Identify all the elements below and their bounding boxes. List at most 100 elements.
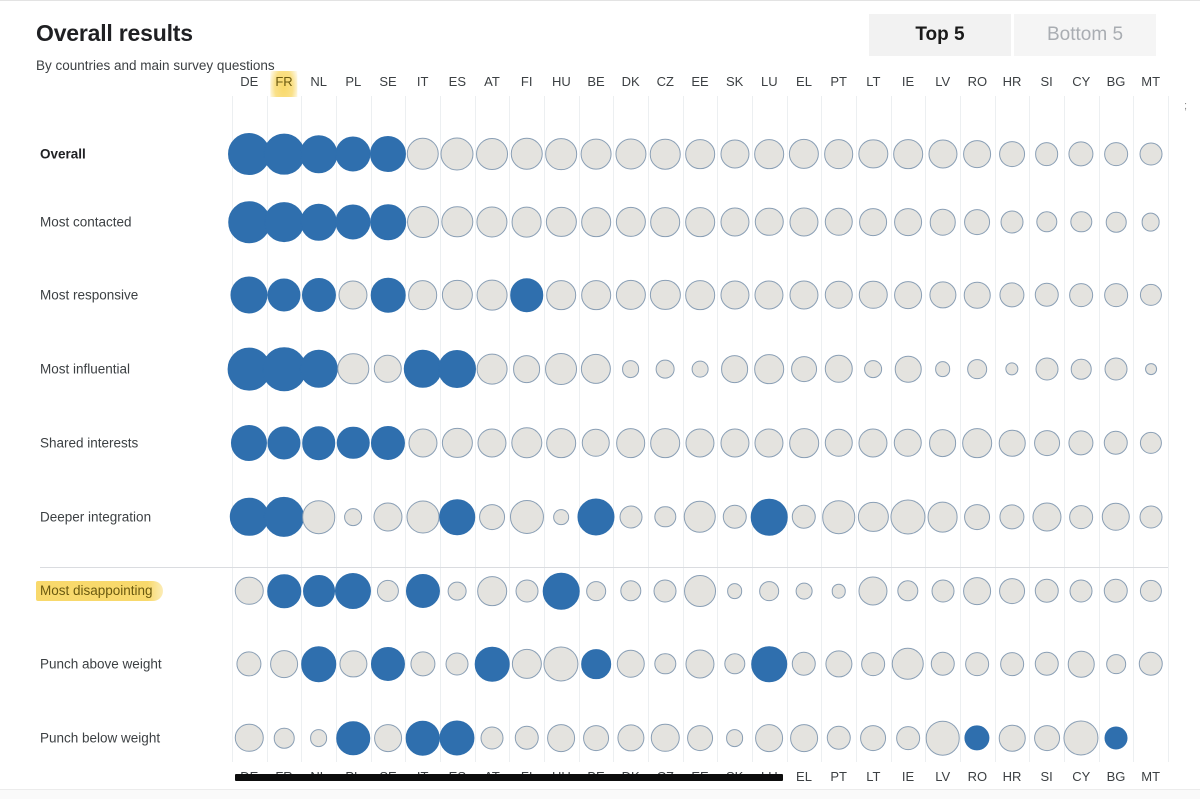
bubble-most-disappointing-lu[interactable]	[759, 581, 780, 601]
bubble-shared-interests-cz[interactable]	[650, 428, 681, 458]
bubble-most-influential-pl[interactable]	[337, 353, 370, 385]
bubble-most-disappointing-si[interactable]	[1034, 578, 1059, 604]
column-header-sk[interactable]: SK	[726, 74, 743, 89]
bubble-most-responsive-se[interactable]	[370, 277, 406, 313]
bubble-most-responsive-pt[interactable]	[824, 280, 853, 310]
bubble-shared-interests-lu[interactable]	[754, 428, 784, 458]
bubble-punch-above-weight-de[interactable]	[236, 651, 262, 677]
bubble-most-responsive-ie[interactable]	[894, 281, 922, 309]
bubble-most-disappointing-hr[interactable]	[999, 578, 1025, 604]
bubble-most-contacted-fi[interactable]	[511, 206, 543, 238]
bubble-punch-below-weight-lu[interactable]	[755, 724, 784, 752]
column-header-ro[interactable]: RO	[968, 74, 988, 89]
bubble-deeper-integration-dk[interactable]	[619, 505, 643, 529]
bubble-overall-it[interactable]	[406, 137, 439, 171]
column-header-be[interactable]: BE	[587, 74, 604, 89]
bubble-most-contacted-nl[interactable]	[300, 203, 337, 241]
bubble-most-disappointing-ie[interactable]	[897, 580, 919, 602]
bubble-deeper-integration-be[interactable]	[577, 498, 615, 536]
bubble-shared-interests-at[interactable]	[477, 428, 507, 458]
bubble-most-influential-ee[interactable]	[691, 360, 709, 378]
bubble-most-responsive-ro[interactable]	[964, 281, 991, 309]
bubble-most-disappointing-hu[interactable]	[543, 572, 580, 610]
bubble-most-contacted-pt[interactable]	[824, 207, 853, 237]
bubble-most-contacted-ro[interactable]	[964, 209, 991, 235]
bubble-shared-interests-nl[interactable]	[301, 426, 336, 460]
bubble-overall-cz[interactable]	[650, 138, 681, 170]
bubble-overall-nl[interactable]	[299, 135, 338, 173]
bubble-deeper-integration-fr[interactable]	[263, 496, 305, 538]
bubble-most-responsive-cy[interactable]	[1069, 283, 1094, 307]
bubble-punch-above-weight-ro[interactable]	[965, 652, 990, 676]
bubble-punch-below-weight-fi[interactable]	[514, 725, 539, 751]
bubble-punch-above-weight-bg[interactable]	[1106, 654, 1126, 674]
column-header-fi[interactable]: FI	[521, 74, 533, 89]
bubble-deeper-integration-lv[interactable]	[927, 501, 959, 533]
bubble-most-influential-it[interactable]	[403, 349, 442, 389]
bubble-shared-interests-si[interactable]	[1033, 430, 1060, 456]
column-footer-si[interactable]: SI	[1041, 769, 1053, 784]
bubble-most-influential-ro[interactable]	[967, 359, 988, 379]
bubble-deeper-integration-lu[interactable]	[751, 498, 788, 536]
bubble-punch-above-weight-sk[interactable]	[723, 653, 746, 675]
bubble-most-disappointing-dk[interactable]	[619, 580, 642, 602]
bubble-shared-interests-ie[interactable]	[893, 428, 923, 458]
row-label-most-contacted[interactable]: Most contacted	[40, 215, 132, 230]
column-footer-cy[interactable]: CY	[1072, 769, 1090, 784]
bubble-most-contacted-sk[interactable]	[720, 207, 750, 237]
row-label-punch-below-weight[interactable]: Punch below weight	[40, 731, 160, 746]
bubble-overall-el[interactable]	[788, 138, 820, 170]
bubble-punch-below-weight-se[interactable]	[374, 724, 402, 752]
bubble-punch-above-weight-fi[interactable]	[511, 648, 542, 680]
bubble-punch-below-weight-lt[interactable]	[860, 725, 887, 751]
bubble-most-contacted-hu[interactable]	[546, 206, 577, 238]
bubble-most-disappointing-fi[interactable]	[515, 579, 539, 603]
bubble-deeper-integration-ie[interactable]	[890, 499, 926, 535]
bubble-shared-interests-se[interactable]	[370, 425, 406, 461]
column-footer-ro[interactable]: RO	[968, 769, 988, 784]
bubble-punch-above-weight-dk[interactable]	[616, 649, 645, 679]
bubble-most-influential-nl[interactable]	[299, 349, 338, 389]
column-header-lt[interactable]: LT	[866, 74, 880, 89]
bubble-most-influential-bg[interactable]	[1104, 357, 1128, 381]
column-header-pt[interactable]: PT	[830, 74, 847, 89]
bubble-shared-interests-fr[interactable]	[267, 426, 301, 460]
bubble-most-contacted-pl[interactable]	[335, 204, 371, 240]
bubble-most-disappointing-es[interactable]	[447, 581, 467, 601]
bubble-most-contacted-cy[interactable]	[1070, 211, 1093, 233]
bubble-deeper-integration-nl[interactable]	[301, 500, 336, 534]
bubble-punch-above-weight-lt[interactable]	[861, 652, 886, 676]
bubble-most-contacted-it[interactable]	[406, 206, 439, 238]
bubble-most-disappointing-cz[interactable]	[653, 579, 677, 603]
bubble-most-responsive-be[interactable]	[581, 280, 611, 310]
bubble-most-disappointing-mt[interactable]	[1139, 579, 1162, 603]
column-footer-mt[interactable]: MT	[1141, 769, 1160, 784]
bubble-shared-interests-it[interactable]	[408, 428, 438, 458]
bubble-punch-above-weight-lv[interactable]	[930, 651, 955, 677]
column-header-hr[interactable]: HR	[1003, 74, 1022, 89]
column-footer-el[interactable]: EL	[796, 769, 812, 784]
bubble-shared-interests-lv[interactable]	[928, 429, 957, 457]
bubble-most-disappointing-pt[interactable]	[831, 583, 846, 599]
bubble-punch-below-weight-bg[interactable]	[1104, 726, 1128, 750]
bubble-most-disappointing-cy[interactable]	[1069, 579, 1093, 603]
bubble-most-influential-si[interactable]	[1035, 357, 1059, 381]
row-label-most-responsive[interactable]: Most responsive	[40, 288, 138, 303]
bubble-punch-above-weight-fr[interactable]	[270, 650, 298, 678]
column-header-es[interactable]: ES	[449, 74, 466, 89]
bubble-most-responsive-dk[interactable]	[615, 279, 646, 311]
bubble-most-contacted-be[interactable]	[581, 207, 611, 237]
bubble-most-responsive-fi[interactable]	[509, 278, 544, 312]
bubble-punch-above-weight-ee[interactable]	[685, 649, 715, 679]
bubble-punch-below-weight-pl[interactable]	[336, 721, 371, 755]
column-header-bg[interactable]: BG	[1107, 74, 1126, 89]
bubble-most-influential-ie[interactable]	[894, 355, 922, 383]
bubble-overall-mt[interactable]	[1139, 142, 1163, 166]
bubble-most-disappointing-bg[interactable]	[1103, 578, 1129, 604]
bubble-most-responsive-nl[interactable]	[301, 277, 336, 313]
bubble-most-influential-se[interactable]	[373, 354, 403, 384]
bubble-overall-lv[interactable]	[928, 139, 958, 169]
column-header-de[interactable]: DE	[240, 74, 258, 89]
bubble-deeper-integration-lt[interactable]	[858, 501, 889, 533]
bubble-overall-es[interactable]	[440, 137, 474, 171]
